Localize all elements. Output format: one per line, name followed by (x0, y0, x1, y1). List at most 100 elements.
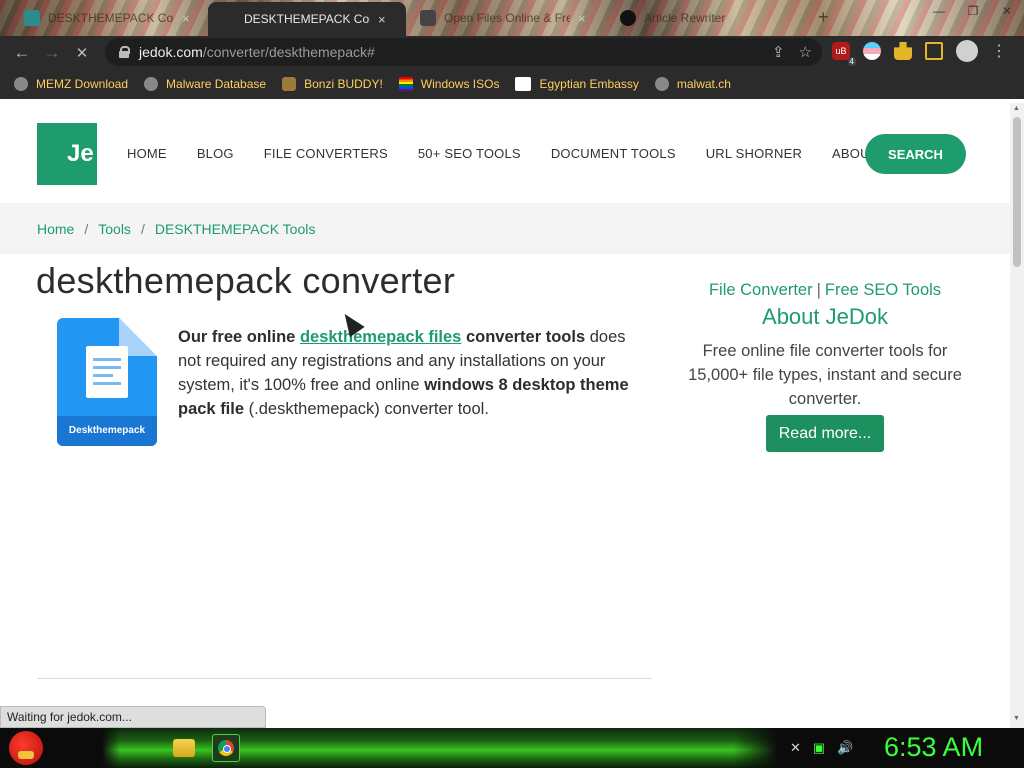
close-tab-icon[interactable]: × (378, 12, 386, 27)
nav-url-shortener[interactable]: URL SHORNER (706, 146, 802, 161)
bookmark-bonzi[interactable]: Bonzi BUDDY! (282, 77, 383, 91)
file-icon-line (93, 374, 113, 377)
nav-document-tools[interactable]: DOCUMENT TOOLS (551, 146, 676, 161)
lock-icon[interactable] (119, 46, 130, 58)
tab-2-active[interactable]: DESKTHEMEPACK Conver × (208, 2, 406, 36)
taskbar: ✕ ▣ 🔊 6:53 AM (0, 728, 1024, 768)
bookmarks-bar: MEMZ Download Malware Database Bonzi BUD… (0, 69, 1024, 99)
address-bar[interactable]: jedok.com/converter/deskthemepack# ⇪ ☆ (105, 38, 822, 66)
tab-3[interactable]: Open Files Online & Fre × (410, 4, 606, 32)
deskthemepack-files-link[interactable]: deskthemepack files (300, 328, 461, 346)
star-icon[interactable]: ☆ (799, 43, 812, 61)
extensions-area: uB 4 ⋮ (832, 40, 1007, 66)
menu-icon[interactable]: ⋮ (991, 41, 1007, 61)
bookmark-label: MEMZ Download (36, 77, 129, 91)
breadcrumb-home[interactable]: Home (37, 221, 74, 237)
divider (37, 678, 652, 679)
share-icon[interactable]: ⇪ (772, 43, 785, 61)
scroll-up-icon[interactable]: ▲ (1013, 105, 1020, 112)
minimize-button[interactable]: — (922, 0, 956, 24)
bookmark-label: Windows ISOs (420, 77, 500, 91)
sidebar-links: File Converter | Free SEO Tools (678, 281, 972, 300)
start-button-icon[interactable] (9, 731, 43, 765)
site-logo[interactable]: Je (37, 123, 97, 185)
restore-button[interactable]: ❐ (956, 0, 990, 24)
ublock-badge: 4 (847, 57, 856, 66)
nav-seo-tools[interactable]: 50+ SEO TOOLS (418, 146, 521, 161)
back-button[interactable]: ← (7, 43, 37, 63)
tab-1[interactable]: DESKTHEMEPACK Conve × (14, 4, 206, 32)
page-scrollbar[interactable]: ▲ ▼ (1010, 103, 1024, 728)
wix-icon (515, 77, 532, 91)
folder-icon[interactable] (173, 739, 195, 757)
bookmark-label: malwat.ch (676, 77, 731, 91)
tab-title: DESKTHEMEPACK Conver (244, 12, 370, 26)
bookmark-malwatch[interactable]: malwat.ch (654, 77, 731, 91)
scroll-thumb[interactable] (1013, 117, 1021, 267)
flag-icon[interactable] (863, 42, 881, 60)
puzzle-icon[interactable] (894, 42, 912, 60)
bookmark-label: Bonzi BUDDY! (304, 77, 383, 91)
bookmark-windows-isos[interactable]: Windows ISOs (398, 77, 500, 91)
new-tab-button[interactable]: + (818, 7, 829, 28)
file-type-icon: Deskthemepack (57, 318, 157, 446)
tab-title: DESKTHEMEPACK Conve (48, 11, 174, 25)
forward-button[interactable]: → (37, 43, 67, 63)
web-page: Je HOME BLOG FILE CONVERTERS 50+ SEO TOO… (0, 103, 1010, 728)
address-path: /converter/deskthemepack# (202, 44, 375, 60)
tab-favicon (620, 10, 636, 26)
system-tray: ✕ ▣ 🔊 (790, 740, 853, 756)
file-converter-link[interactable]: File Converter (709, 281, 813, 299)
file-icon-line (93, 366, 121, 369)
file-icon-line (93, 358, 121, 361)
breadcrumb-separator: / (140, 220, 145, 237)
bookmark-memz[interactable]: MEMZ Download (14, 77, 128, 91)
nav-home[interactable]: HOME (127, 146, 167, 161)
close-tab-icon[interactable]: × (182, 11, 190, 26)
sidebar-text: Free online file converter tools for 15,… (688, 342, 962, 408)
bookmark-label: Malware Database (166, 77, 267, 91)
stop-loading-button[interactable]: ✕ (67, 44, 97, 62)
volume-icon[interactable]: 🔊 (837, 740, 853, 756)
breadcrumb: Home / Tools / DESKTHEMEPACK Tools (0, 203, 1010, 254)
sidebar-heading: About JeDok (762, 304, 888, 329)
intro-bold: converter tools (461, 328, 586, 346)
network-icon[interactable]: ✕ (790, 740, 801, 756)
bookmark-label: Egyptian Embassy (539, 77, 639, 91)
breadcrumb-tools[interactable]: Tools (98, 221, 131, 237)
monitor-icon[interactable]: ▣ (813, 740, 825, 756)
file-icon-line (93, 382, 121, 385)
close-tab-icon[interactable]: × (578, 11, 586, 26)
intro-text: (.deskthemepack) converter tool. (244, 400, 489, 418)
site-header: Je HOME BLOG FILE CONVERTERS 50+ SEO TOO… (0, 103, 1010, 203)
search-button[interactable]: SEARCH (865, 134, 966, 174)
profile-icon[interactable] (956, 40, 978, 62)
nav-file-converters[interactable]: FILE CONVERTERS (264, 146, 388, 161)
sidepanel-icon[interactable] (925, 42, 943, 60)
breadcrumb-separator: / (84, 220, 89, 237)
intro-paragraph: Our free online deskthemepack files conv… (178, 325, 648, 421)
free-seo-tools-link[interactable]: Free SEO Tools (825, 281, 941, 299)
tab-strip: DESKTHEMEPACK Conve × DESKTHEMEPACK Conv… (0, 0, 1024, 36)
close-window-button[interactable]: ✕ (990, 0, 1024, 24)
file-icon-label: Deskthemepack (57, 416, 157, 446)
breadcrumb-current[interactable]: DESKTHEMEPACK Tools (155, 221, 316, 237)
nav-blog[interactable]: BLOG (197, 146, 234, 161)
address-host: jedok.com (139, 44, 203, 60)
bookmark-malware-database[interactable]: Malware Database (144, 77, 266, 91)
bonzi-icon (282, 77, 297, 91)
clock[interactable]: 6:53 AM (884, 732, 983, 763)
chrome-icon[interactable] (212, 734, 240, 762)
sidebar: File Converter | Free SEO Tools About JeDo… (678, 281, 972, 452)
read-more-button[interactable]: Read more... (765, 415, 885, 452)
file-icon-card (86, 346, 128, 398)
tab-4[interactable]: Article Rewriter (610, 4, 810, 32)
intro-bold: Our free online (178, 328, 300, 346)
bookmark-egyptian-embassy[interactable]: Egyptian Embassy (515, 77, 639, 91)
globe-icon (654, 77, 669, 91)
main-nav: HOME BLOG FILE CONVERTERS 50+ SEO TOOLS … (127, 146, 908, 161)
scroll-down-icon[interactable]: ▼ (1013, 715, 1020, 722)
window-controls: — ❐ ✕ (922, 0, 1024, 24)
tab-favicon (420, 10, 436, 26)
ublock-icon[interactable]: uB 4 (832, 42, 856, 66)
